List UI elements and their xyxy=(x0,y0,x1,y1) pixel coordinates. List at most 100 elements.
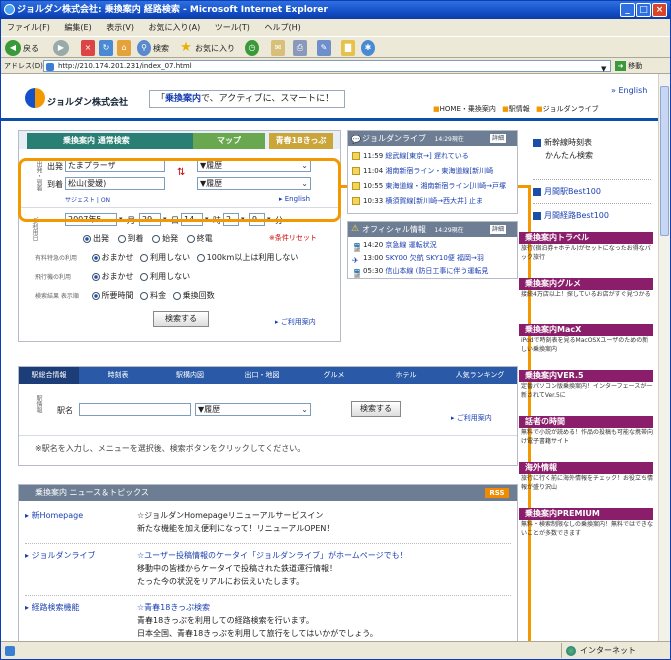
tab-gourmet[interactable]: グルメ xyxy=(301,367,367,384)
menu-file[interactable]: ファイル(F) xyxy=(7,23,50,32)
radio-option[interactable]: 料金 xyxy=(140,291,166,300)
radio-option[interactable]: おまかせ xyxy=(91,272,134,281)
page-done-icon xyxy=(5,646,15,656)
tab-map[interactable]: マップ xyxy=(193,133,265,149)
search-tab-bar: 乗換案内 通常検索 マップ 青春18きっぷ xyxy=(19,131,340,149)
site-logo-text[interactable]: ジョルダン株式会社 xyxy=(47,95,128,108)
stop-icon[interactable]: × xyxy=(81,40,95,56)
radio-option[interactable]: 乗換回数 xyxy=(172,291,215,300)
route-best100-link[interactable]: 月間経路Best100 xyxy=(533,204,651,228)
tab-seishun18[interactable]: 青春18きっぷ xyxy=(269,133,333,149)
go-button[interactable]: ➜ 移動 xyxy=(615,60,655,72)
english-link[interactable]: » English xyxy=(611,86,647,95)
news-category[interactable]: ▸ 経路検索機能 xyxy=(25,601,80,614)
messenger-icon[interactable]: ✱ xyxy=(361,40,375,56)
menu-tools[interactable]: ツール(T) xyxy=(215,23,250,32)
address-input[interactable]: http://210.174.201.231/index_07.html xyxy=(43,60,611,72)
radio-depart[interactable]: 出発 xyxy=(83,234,109,243)
news-headline[interactable]: ☆ジョルダンHomepageリニューアルサービスイン xyxy=(137,509,507,522)
official-item[interactable]: 🚆05:30 信山本線 (防日工事に伴う運転見 xyxy=(352,265,516,278)
station-name-input[interactable] xyxy=(79,403,191,416)
print-icon[interactable]: ⎙ xyxy=(293,40,307,56)
news-headline[interactable]: ☆青春18きっぷ検索 xyxy=(137,601,517,614)
page-icon xyxy=(46,63,54,71)
maximize-button[interactable]: □ xyxy=(636,3,651,17)
live-detail-button[interactable]: 詳細 xyxy=(490,134,507,143)
official-header: ⚠ オフィシャル情報 14:29現在 詳細 xyxy=(348,222,517,237)
news-category[interactable]: ▸ 新Homepage xyxy=(25,509,83,522)
news-text: たった今の状況をリアルにお伝えいたします。 xyxy=(137,577,305,586)
edit-icon[interactable]: ✎ xyxy=(317,40,331,56)
mail-icon xyxy=(352,167,360,175)
address-dropdown-icon[interactable]: ▼ xyxy=(601,61,609,73)
warning-icon: ⚠ xyxy=(351,224,360,234)
radio-option[interactable]: 利用しない xyxy=(140,253,190,262)
news-headline[interactable]: ☆ユーザー投稿情報のケータイ「ジョルダンライブ」がホームページでも！ xyxy=(137,549,517,562)
tab-timetable[interactable]: 時刻表 xyxy=(85,367,151,384)
live-item[interactable]: 11:04 湘南新宿ライン・東海道線[新川崎 xyxy=(352,164,516,179)
search-icon[interactable]: ⚲ xyxy=(137,40,151,56)
promo-item[interactable]: 乗換案内PREMIUM 無料・検索制限なしの乗換案内！無料ではできないことが多数で… xyxy=(519,508,653,554)
go-label: 移動 xyxy=(628,62,643,70)
menu-help[interactable]: ヘルプ(H) xyxy=(264,23,300,32)
promo-item[interactable]: 乗換案内グルメ 接続4万店以上！探しているお店がすぐ見つかる xyxy=(519,278,653,324)
promo-item[interactable]: 海外情報 旅行に行く前に海外情報をチェック！お役立ち情報が盛り沢山 xyxy=(519,462,653,508)
radio-arrive[interactable]: 到着 xyxy=(117,234,144,243)
official-item[interactable]: ✈ 13:00 SKY00 欠航 SKY10便 福岡→羽 xyxy=(352,252,516,265)
tab-station-map[interactable]: 駅構内図 xyxy=(157,367,223,384)
radio-icon xyxy=(117,234,126,243)
promo-item[interactable]: 話者の時間 無料で小説が読める！作品の投稿も可能な携帯向け電子書籍サイト xyxy=(519,416,653,462)
station-history-select[interactable]: ▼履歴 ⌄ xyxy=(195,403,311,416)
live-item[interactable]: 10:33 横須賀線[新川崎→西大井] 止ま xyxy=(352,194,516,209)
search-help-link[interactable]: ▸ ご利用案内 xyxy=(275,317,316,327)
station-tab-bar: 駅総合情報 時刻表 駅構内図 出口・地図 グルメ ホテル 人気ランキング xyxy=(19,367,517,384)
home-icon[interactable]: ⌂ xyxy=(117,40,131,56)
tab-ranking[interactable]: 人気ランキング xyxy=(445,367,515,384)
radio-option[interactable]: 100km以上は利用しない xyxy=(196,253,298,262)
radio-last[interactable]: 終電 xyxy=(186,234,213,243)
refresh-icon[interactable]: ↻ xyxy=(99,40,113,56)
station-help-link[interactable]: ▸ ご利用案内 xyxy=(451,413,492,423)
nav-station[interactable]: 駅情報 xyxy=(509,105,530,113)
radio-option[interactable]: おまかせ xyxy=(91,253,134,262)
scrollbar-thumb[interactable] xyxy=(660,86,669,236)
close-button[interactable]: × xyxy=(652,3,667,17)
menu-favorites[interactable]: お気に入り(A) xyxy=(149,23,201,32)
forward-icon[interactable]: ▶ xyxy=(53,40,69,56)
square-bullet-icon xyxy=(533,211,541,220)
folder-icon[interactable]: ▇ xyxy=(341,40,355,56)
tab-exit-map[interactable]: 出口・地図 xyxy=(229,367,295,384)
favorites-icon[interactable]: ★ xyxy=(179,40,193,56)
live-item[interactable]: 10:55 東海道線・湘南新宿ライン[川崎→戸塚 xyxy=(352,179,516,194)
promo-item[interactable]: 乗換案内トラベル 旅行(宿泊券+ホテル)がセットになったお得なパック旅行 xyxy=(519,232,653,278)
search-submit-button[interactable]: 検索する xyxy=(153,311,209,327)
official-detail-button[interactable]: 詳細 xyxy=(490,225,507,234)
tab-hotel[interactable]: ホテル xyxy=(373,367,439,384)
station-best100-link[interactable]: 月間駅Best100 xyxy=(533,180,651,204)
promo-item[interactable]: 乗換案内MacX iPodで時刻表を見るMacOSXユーザのための新しい乗換案内 xyxy=(519,324,653,370)
jorudan-logo-icon[interactable] xyxy=(25,88,45,108)
promo-item[interactable]: 乗換案内VER.5 定番パソコン版乗換案内！インターフェースが一新されてVer.5… xyxy=(519,370,653,416)
shinkansen-link[interactable]: 新幹線時刻表 かんたん検索 xyxy=(533,136,651,180)
menu-view[interactable]: 表示(V) xyxy=(106,23,134,32)
official-item[interactable]: 🚆14:20 京急線 運転状況 xyxy=(352,239,516,252)
live-item[interactable]: 11:59 総武線[東京→] 遅れている xyxy=(352,149,516,164)
tab-normal-search[interactable]: 乗換案内 通常検索 xyxy=(27,133,199,149)
radio-first[interactable]: 始発 xyxy=(152,234,178,243)
minimize-button[interactable]: _ xyxy=(620,3,635,17)
vertical-scrollbar[interactable] xyxy=(658,74,670,641)
news-category[interactable]: ▸ ジョルダンライブ xyxy=(25,549,96,562)
nav-live[interactable]: ジョルダンライブ xyxy=(543,105,599,113)
rss-badge[interactable]: RSS xyxy=(485,488,509,498)
history-icon[interactable]: ◷ xyxy=(245,40,259,56)
radio-option[interactable]: 所要時間 xyxy=(91,291,134,300)
reset-link[interactable]: ※条件リセット xyxy=(269,233,317,243)
radio-option[interactable]: 利用しない xyxy=(140,272,190,281)
nav-home[interactable]: HOME・乗換案内 xyxy=(440,105,496,113)
tab-station-info[interactable]: 駅総合情報 xyxy=(19,367,79,384)
mail-icon[interactable]: ✉ xyxy=(271,40,285,56)
menu-edit[interactable]: 編集(E) xyxy=(64,23,91,32)
back-icon[interactable]: ◀ xyxy=(5,40,21,56)
station-side-label: 駅情報 xyxy=(35,395,42,413)
station-search-button[interactable]: 検索する xyxy=(351,401,401,417)
